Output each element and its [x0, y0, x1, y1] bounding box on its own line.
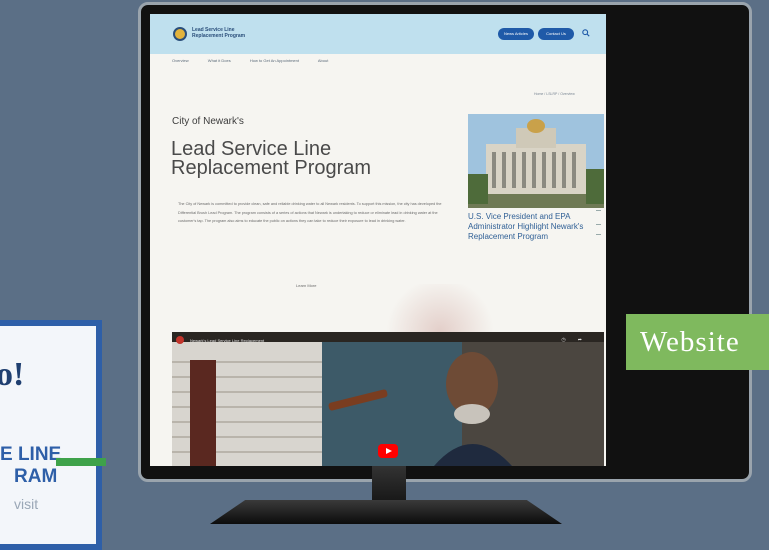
poster-line-1: E LINE [0, 444, 62, 465]
nav-item-about[interactable]: About [318, 58, 328, 63]
background-poster: o! E LINE RAM visit [0, 320, 106, 550]
play-button[interactable] [378, 444, 398, 458]
search-icon[interactable] [582, 29, 590, 37]
news-articles-button[interactable]: News Articles [498, 28, 534, 40]
poster-visit-text: visit [14, 496, 39, 512]
breadcrumb[interactable]: Home / LSLRP / Overview [534, 92, 575, 96]
city-label: City of Newark's [172, 116, 244, 127]
scroll-indicator [596, 234, 601, 235]
video-title[interactable]: Newark's Lead Service Line Replacement [190, 338, 264, 343]
intro-paragraph: The City of Newark is committed to provi… [178, 202, 442, 223]
nav-item-what-it-does[interactable]: What it Does [208, 58, 231, 63]
learn-more-link[interactable]: Learn More [296, 283, 316, 288]
play-icon [386, 448, 392, 454]
city-seal-icon[interactable] [173, 27, 187, 41]
clock-icon[interactable]: ◷ [561, 337, 577, 343]
site-header: Lead Service Line Replacement Program Ne… [150, 14, 606, 54]
video-player[interactable]: Newark's Lead Service Line Replacement ◷… [172, 332, 604, 466]
poster-accent-bar [56, 458, 106, 466]
poster-line-2: RAM [14, 466, 58, 487]
scroll-indicator [596, 224, 601, 225]
city-hall-photo[interactable] [468, 114, 604, 208]
website-screen: Lead Service Line Replacement Program Ne… [150, 14, 606, 466]
poster-headline: o! [0, 356, 25, 393]
scroll-indicator [596, 210, 601, 211]
share-icon[interactable]: ➦ [578, 337, 594, 343]
website-label-banner: Website [626, 314, 769, 370]
site-logo-text[interactable]: Lead Service Line Replacement Program [192, 27, 245, 39]
news-article-title[interactable]: U.S. Vice President and EPA Administrato… [468, 212, 604, 242]
video-top-icons: ◷➦ [561, 337, 594, 343]
contact-us-button[interactable]: Contact Us [538, 28, 574, 40]
page-title-line-2: Replacement Program [171, 157, 372, 179]
logo-line-2: Replacement Program [192, 33, 246, 39]
page-title: Lead Service Line Replacement Program [171, 139, 421, 179]
monitor-stand-base [210, 500, 562, 524]
poster-program-text: E LINE RAM [0, 444, 61, 488]
nav-item-appointment[interactable]: How to Get An Appointment [250, 58, 299, 63]
nav-item-overview[interactable]: Overview [172, 58, 189, 63]
website-label-text: Website [640, 326, 740, 358]
main-nav: Overview What it Does How to Get An Appo… [172, 58, 346, 63]
channel-logo-icon[interactable] [176, 336, 184, 344]
